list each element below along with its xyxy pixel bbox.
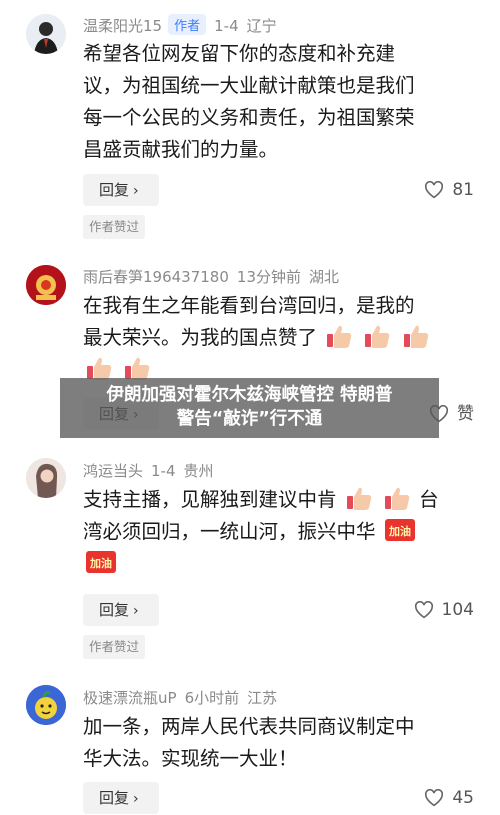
like-button[interactable]: 104: [414, 594, 474, 626]
chevron-right-icon: ›: [133, 183, 139, 199]
comment-text-line-with-emoji: 湾必须回归，一统山河，振兴中华 加油: [83, 516, 473, 548]
chevron-right-icon: ›: [133, 603, 139, 619]
like-count: 45: [452, 788, 474, 808]
news-headline-overlay[interactable]: 伊朗加强对霍尔木兹海峡管控 特朗普 警告“敲诈”行不通: [60, 378, 439, 438]
thumbs-up-emoji: [346, 487, 371, 510]
heart-icon: [425, 181, 444, 199]
like-count: 104: [441, 600, 474, 620]
comment-location: 辽宁: [246, 17, 277, 35]
comment-meta: 温柔阳光15 作者 1-4 辽宁: [83, 14, 277, 36]
like-button[interactable]: 81: [424, 174, 474, 206]
like-label: 赞: [457, 404, 474, 424]
emoji-line: 加油: [83, 548, 473, 580]
username[interactable]: 鸿运当头: [83, 462, 143, 480]
reply-label: 回复: [99, 601, 130, 619]
comment-text-segment: 台: [419, 488, 439, 511]
comment-text-line-with-emoji: 支持主播，见解独到建议中肯 台: [83, 484, 473, 516]
comment-text-line: 每一个公民的义务和责任，为祖国繁荣: [83, 106, 415, 129]
jiayou-sticker: 加油: [384, 519, 415, 541]
headline-line: 伊朗加强对霍尔木兹海峡管控 特朗普: [106, 385, 393, 405]
headline-line: 警告“敲诈”行不通: [176, 409, 323, 429]
comment-text: 加一条，两岸人民代表共同商议制定中 华大法。实现统一大业！: [83, 711, 473, 775]
heart-icon: [425, 789, 444, 807]
comment-text-line: 华大法。实现统一大业！: [83, 747, 298, 770]
comment-text-line: 昌盛贡献我们的力量。: [83, 138, 279, 161]
comment-text-segment: 最大荣兴。为我的国点赞了: [83, 326, 318, 349]
reply-button[interactable]: 回复›: [83, 594, 159, 626]
avatar[interactable]: [26, 265, 66, 305]
like-count: 81: [452, 180, 474, 200]
comment-text: 在我有生之年能看到台湾回归，是我的 最大荣兴。为我的国点赞了: [83, 290, 473, 386]
comment-text-segment: 支持主播，见解独到建议中肯: [83, 488, 337, 511]
thumbs-up-emoji: [327, 325, 352, 348]
comment-text-line: 加一条，两岸人民代表共同商议制定中: [83, 715, 415, 738]
comment-text-segment: 湾必须回归，一统山河，振兴中华: [83, 520, 376, 543]
author-liked-tag: 作者赞过: [83, 215, 146, 239]
comment-location: 贵州: [183, 462, 214, 480]
comment-date: 13分钟前: [236, 268, 301, 286]
author-tag: 作者: [168, 14, 207, 35]
reply-button[interactable]: 回复›: [83, 174, 159, 206]
comment-text: 希望各位网友留下你的态度和补充建 议，为祖国统一大业献计献策也是我们 每一个公民…: [83, 38, 473, 166]
sticker-text: 加油: [388, 524, 411, 538]
username[interactable]: 雨后春笋196437180: [83, 268, 229, 286]
jiayou-sticker: 加油: [86, 551, 116, 573]
comment-date: 6小时前: [184, 689, 240, 707]
avatar[interactable]: [26, 458, 66, 498]
reply-label: 回复: [99, 181, 130, 199]
author-liked-tag: 作者赞过: [83, 635, 146, 659]
comment-date: 1-4: [214, 17, 239, 35]
comment-text-line: 希望各位网友留下你的态度和补充建: [83, 42, 396, 65]
comment-text-line-with-emoji: 最大荣兴。为我的国点赞了: [83, 322, 473, 354]
comment-text: 支持主播，见解独到建议中肯 台 湾必须回归，一统山河，振兴中华 加油 加油: [83, 484, 473, 580]
comment-text-line: 议，为祖国统一大业献计献策也是我们: [83, 74, 415, 97]
comment-location: 江苏: [247, 689, 278, 707]
comment-meta: 雨后春笋196437180 13分钟前 湖北: [83, 266, 339, 287]
thumbs-up-emoji: [384, 487, 410, 510]
chevron-right-icon: ›: [133, 791, 139, 807]
thumbs-up-emoji: [365, 325, 390, 348]
sticker-text: 加油: [89, 556, 112, 570]
reply-button[interactable]: 回复›: [83, 782, 159, 814]
reply-label: 回复: [99, 789, 130, 807]
thumbs-up-emoji: [403, 325, 428, 348]
avatar[interactable]: [26, 14, 66, 54]
comment-meta: 鸿运当头 1-4 贵州: [83, 460, 214, 481]
comment-location: 湖北: [309, 268, 340, 286]
avatar[interactable]: [26, 685, 66, 725]
heart-icon: [414, 601, 433, 619]
like-button[interactable]: 45: [424, 782, 474, 814]
comment-date: 1-4: [151, 462, 176, 480]
username[interactable]: 温柔阳光15: [83, 17, 162, 35]
comment-text-line: 在我有生之年能看到台湾回归，是我的: [83, 294, 415, 317]
comment-meta: 极速漂流瓶uP 6小时前 江苏: [83, 687, 277, 708]
username[interactable]: 极速漂流瓶uP: [83, 689, 177, 707]
